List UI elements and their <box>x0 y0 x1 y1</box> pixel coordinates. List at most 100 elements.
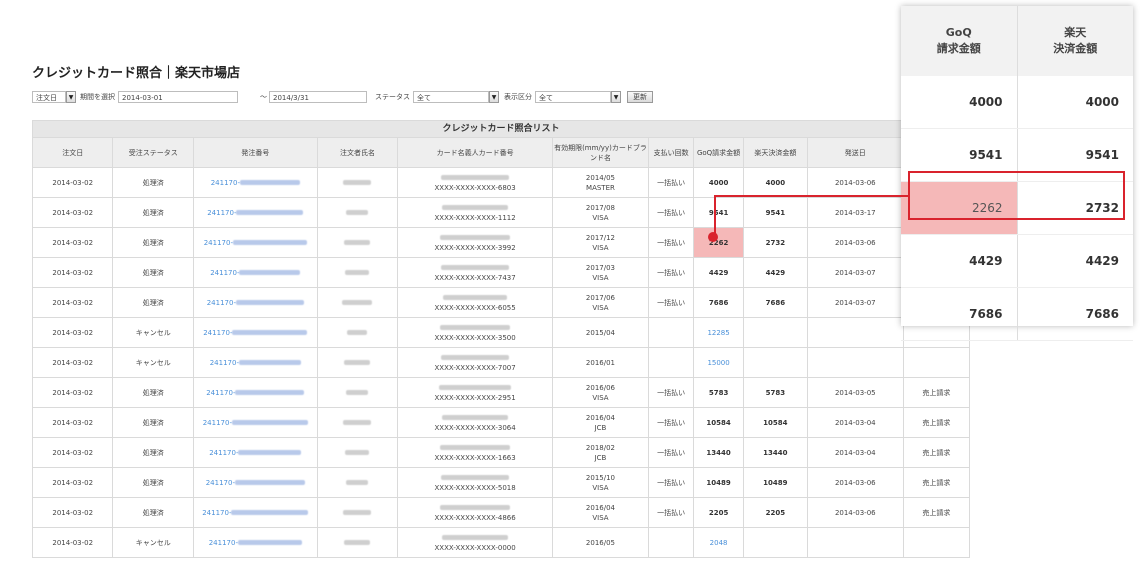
status-cell: 処理済 <box>112 257 194 288</box>
rakuten-amount-cell: 10489 <box>742 467 808 498</box>
expiry-brand-cell: 2016/05 <box>551 527 649 558</box>
table-row[interactable]: 2014-03-02 処理済 241170- XXXX-XXXX-XXXX-4866 2… <box>31 497 971 528</box>
order-prefix: 241170- <box>209 448 239 457</box>
column-header: 楽天決済金額 <box>742 137 808 168</box>
order-number-link[interactable]: 241170- <box>192 467 318 498</box>
redacted-order-suffix <box>232 330 308 335</box>
customer-name-cell <box>316 377 399 408</box>
column-header: 注文日 <box>31 137 114 168</box>
card-brand: JCB <box>594 453 607 462</box>
order-number-link[interactable]: 241170- <box>192 197 318 228</box>
customer-name-cell <box>316 467 399 498</box>
order-number-link[interactable]: 241170- <box>192 317 318 348</box>
table-row[interactable]: 2014-03-02 キャンセル 241170- XXXX-XXXX-XXXX-700… <box>31 347 971 378</box>
zoom-rakuten-amount: 4000 <box>1017 76 1133 129</box>
table-row[interactable]: 2014-03-02 処理済 241170- XXXX-XXXX-XXXX-7437 2… <box>31 257 971 288</box>
billing-status-cell: 売上請求 <box>902 407 971 438</box>
date-from-input[interactable]: 2014-03-01 <box>118 91 238 103</box>
status-cell: キャンセル <box>112 317 194 348</box>
order-prefix: 241170- <box>206 388 236 397</box>
card-brand: JCB <box>594 423 607 432</box>
redacted-name <box>346 480 369 485</box>
display-select[interactable]: 全て <box>535 91 611 103</box>
order-number-link[interactable]: 241170- <box>192 227 318 258</box>
order-number-link[interactable]: 241170- <box>192 167 318 198</box>
redacted-order-suffix <box>234 480 305 485</box>
goq-amount-cell: 7686 <box>693 287 744 318</box>
expiry-brand-cell: 2016/01 <box>551 347 649 378</box>
table-row[interactable]: 2014-03-02 キャンセル 241170- XXXX-XXXX-XXXX-000… <box>31 527 971 558</box>
card-number: XXXX-XXXX-XXXX-3500 <box>434 333 516 342</box>
card-expiry: 2014/05 <box>585 173 615 182</box>
rakuten-amount-cell: 13440 <box>742 437 808 468</box>
table-row[interactable]: 2014-03-02 処理済 241170- XXXX-XXXX-XXXX-2951 2… <box>31 377 971 408</box>
payment-count-cell: 一括払い <box>647 257 695 288</box>
order-number-link[interactable]: 241170- <box>192 287 318 318</box>
redacted-card-holder <box>441 175 510 180</box>
payment-count-cell: 一括払い <box>647 167 695 198</box>
chevron-down-icon[interactable]: ▼ <box>489 91 499 103</box>
card-holder-cell: XXXX-XXXX-XXXX-0000 <box>397 527 553 558</box>
order-number-link[interactable]: 241170- <box>192 437 318 468</box>
order-date-cell: 2014-03-02 <box>31 377 114 408</box>
goq-amount-cell: 2048 <box>693 527 744 558</box>
column-header: 発送日 <box>806 137 904 168</box>
card-expiry: 2017/08 <box>585 203 615 212</box>
card-number: XXXX-XXXX-XXXX-5018 <box>434 483 516 492</box>
goq-amount-cell: 10584 <box>693 407 744 438</box>
order-number-link[interactable]: 241170- <box>192 347 318 378</box>
status-cell: 処理済 <box>112 227 194 258</box>
chevron-down-icon[interactable]: ▼ <box>611 91 621 103</box>
table-row[interactable]: 2014-03-02 処理済 241170- XXXX-XXXX-XXXX-5018 2… <box>31 467 971 498</box>
order-prefix: 241170- <box>203 328 233 337</box>
order-date-cell: 2014-03-02 <box>31 527 114 558</box>
order-date-cell: 2014-03-02 <box>31 497 114 528</box>
rakuten-amount-cell <box>742 347 808 378</box>
card-brand: VISA <box>592 513 609 522</box>
display-label: 表示区分 <box>504 93 532 101</box>
payment-count-cell: 一括払い <box>647 287 695 318</box>
ship-date-cell <box>806 317 904 348</box>
order-number-link[interactable]: 241170- <box>192 497 318 528</box>
customer-name-cell <box>316 407 399 438</box>
rakuten-amount-cell <box>742 317 808 348</box>
order-number-link[interactable]: 241170- <box>192 377 318 408</box>
table-row[interactable]: 2014-03-02 処理済 241170- XXXX-XXXX-XXXX-1663 2… <box>31 437 971 468</box>
card-holder-cell: XXXX-XXXX-XXXX-7007 <box>397 347 553 378</box>
tilde-label: ～ <box>260 93 267 101</box>
order-prefix: 241170- <box>205 478 235 487</box>
card-number: XXXX-XXXX-XXXX-7437 <box>434 273 516 282</box>
order-number-link[interactable]: 241170- <box>192 407 318 438</box>
redacted-name <box>347 330 368 335</box>
card-expiry: 2016/04 <box>585 503 615 512</box>
chevron-down-icon[interactable]: ▼ <box>66 91 76 103</box>
redacted-name <box>343 180 372 185</box>
table-row[interactable]: 2014-03-02 キャンセル 241170- XXXX-XXXX-XXXX-350… <box>31 317 971 348</box>
payment-count-cell: 一括払い <box>647 377 695 408</box>
expiry-brand-cell: 2017/12 VISA <box>551 227 649 258</box>
billing-status-cell: 売上請求 <box>902 437 971 468</box>
order-number-link[interactable]: 241170- <box>192 257 318 288</box>
customer-name-cell <box>316 437 399 468</box>
card-expiry: 2017/06 <box>585 293 615 302</box>
table-row[interactable]: 2014-03-02 処理済 241170- XXXX-XXXX-XXXX-6055 2… <box>31 287 971 318</box>
date-type-select[interactable]: 注文日 <box>32 91 66 103</box>
redacted-order-suffix <box>238 360 301 365</box>
order-number-link[interactable]: 241170- <box>192 527 318 558</box>
card-brand: VISA <box>592 243 609 252</box>
order-prefix: 241170- <box>206 298 236 307</box>
ship-date-cell: 2014-03-06 <box>806 227 904 258</box>
table-row[interactable]: 2014-03-02 処理済 241170- XXXX-XXXX-XXXX-1112 2… <box>31 197 971 228</box>
status-select[interactable]: 全て <box>413 91 489 103</box>
card-holder-cell: XXXX-XXXX-XXXX-3064 <box>397 407 553 438</box>
refresh-button[interactable]: 更新 <box>627 91 653 103</box>
table-row[interactable]: 2014-03-02 処理済 241170- XXXX-XXXX-XXXX-6803 2… <box>31 167 971 198</box>
rakuten-amount-cell <box>742 527 808 558</box>
card-number: XXXX-XXXX-XXXX-3064 <box>434 423 516 432</box>
date-to-input[interactable]: 2014/3/31 <box>269 91 367 103</box>
card-number: XXXX-XXXX-XXXX-4866 <box>434 513 516 522</box>
table-row[interactable]: 2014-03-02 処理済 241170- XXXX-XXXX-XXXX-3992 2… <box>31 227 971 258</box>
table-row[interactable]: 2014-03-02 処理済 241170- XXXX-XXXX-XXXX-3064 2… <box>31 407 971 438</box>
card-holder-cell: XXXX-XXXX-XXXX-5018 <box>397 467 553 498</box>
column-header: 発注番号 <box>192 137 318 168</box>
